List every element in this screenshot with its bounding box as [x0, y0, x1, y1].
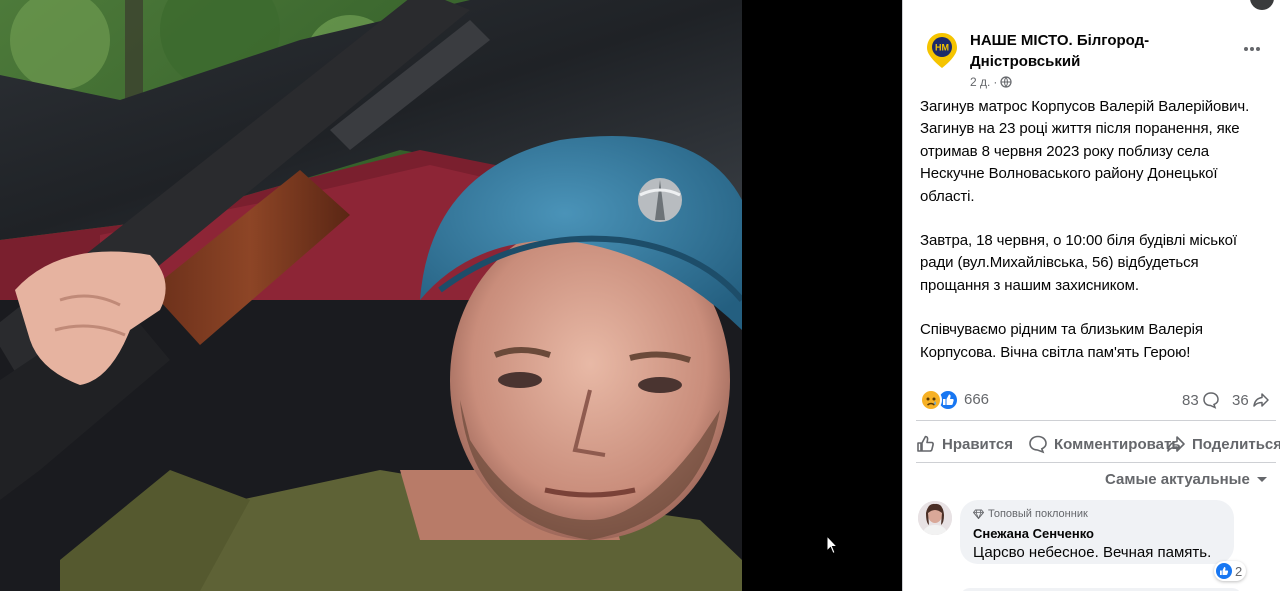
post-header: НМ НАШЕ МІСТО. Білгород-Дністровський 2 …: [920, 30, 1270, 90]
mouse-cursor-icon: [826, 535, 838, 555]
post-paragraph: Загинув матрос Корпусов Валерій Валерійо…: [920, 98, 1250, 205]
comments-count-value: 83: [1182, 391, 1199, 409]
comments-count[interactable]: 83: [1182, 391, 1220, 409]
share-icon: [1167, 436, 1185, 452]
chevron-down-icon: [1256, 476, 1267, 482]
post-paragraph: Завтра, 18 червня, о 10:00 біля будівлі …: [920, 232, 1237, 294]
reaction-icons[interactable]: [920, 389, 960, 411]
like-label: Нравится: [942, 435, 1014, 453]
commenter-photo: [918, 501, 952, 535]
reactions-count[interactable]: 666: [964, 391, 989, 408]
share-arrow-icon: [1252, 393, 1269, 407]
photo-viewer: [0, 0, 902, 591]
sad-icon: [920, 389, 942, 411]
more-dots-icon: [1244, 47, 1260, 51]
reactions-bar: 666 83 36: [920, 388, 1274, 412]
soldier-photo-illustration: [0, 0, 742, 591]
diamond-icon: [973, 509, 984, 519]
like-button[interactable]: Нравится: [916, 428, 1013, 460]
post-meta: 2 д. ·: [970, 74, 1012, 90]
commenter-avatar[interactable]: [918, 501, 952, 535]
post-time[interactable]: 2 д.: [970, 75, 990, 89]
post-panel: НМ НАШЕ МІСТО. Білгород-Дністровський 2 …: [902, 0, 1280, 591]
comment-bubble: Топовый поклонник Снежана Сенченко Царсв…: [960, 500, 1234, 564]
post-paragraph: Співчуваємо рідним та близьким Валерія К…: [920, 321, 1203, 361]
post-actions: Нравится Комментировать Поделиться: [916, 428, 1280, 460]
comments-sort-dropdown[interactable]: Самые актуальные: [1105, 471, 1268, 488]
comment-button[interactable]: Комментировать: [1028, 428, 1181, 460]
shares-count-value: 36: [1232, 391, 1249, 409]
post-text: Загинув матрос Корпусов Валерій Валерійо…: [920, 96, 1270, 364]
page-name[interactable]: НАШЕ МІСТО. Білгород-Дністровський: [970, 30, 1220, 72]
share-button[interactable]: Поделиться: [1166, 428, 1280, 460]
more-options-button[interactable]: [1239, 36, 1265, 62]
top-fan-badge: Топовый поклонник: [973, 508, 1088, 520]
comment-bubble-icon: [1202, 392, 1219, 409]
globe-icon: [1000, 76, 1012, 88]
comment-text: Царсво небесное. Вечная память.: [973, 544, 1212, 561]
post-photo[interactable]: [0, 0, 742, 591]
comment-label: Комментировать: [1054, 435, 1181, 453]
sort-label: Самые актуальные: [1105, 471, 1250, 488]
thumbs-up-icon: [917, 435, 934, 452]
panel-topbar: [902, 0, 1280, 12]
divider: [916, 462, 1276, 463]
comment-icon: [1029, 435, 1047, 454]
commenter-name[interactable]: Снежана Сенченко: [973, 526, 1094, 541]
page-avatar[interactable]: НМ: [922, 30, 962, 70]
meta-separator: ·: [993, 75, 998, 89]
top-fan-label: Топовый поклонник: [988, 508, 1088, 520]
comment-item: Топовый поклонник Снежана Сенченко Царсв…: [918, 500, 1278, 581]
shares-count[interactable]: 36: [1232, 391, 1270, 409]
panel-divider: [902, 0, 903, 591]
next-comment-partial: [902, 574, 1262, 591]
avatar-text: НМ: [935, 43, 949, 53]
divider: [916, 420, 1276, 421]
share-label: Поделиться: [1192, 435, 1280, 453]
close-button[interactable]: [1250, 0, 1274, 10]
